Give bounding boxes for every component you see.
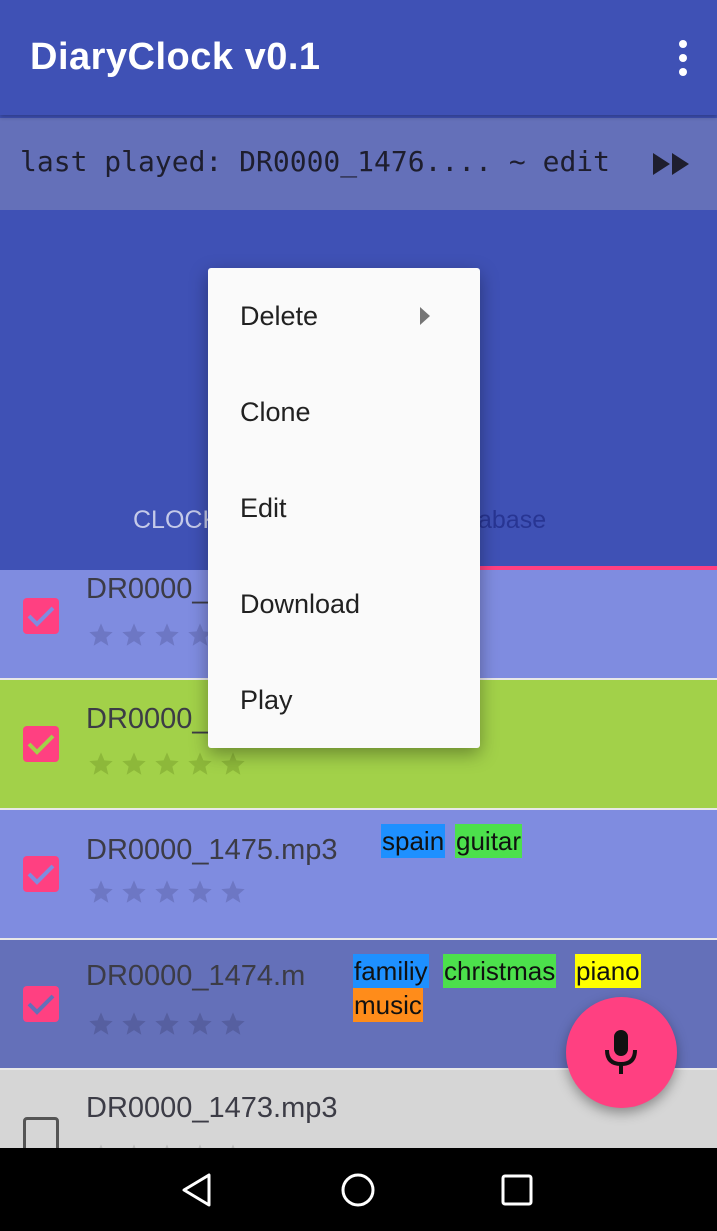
checkbox[interactable] (23, 986, 59, 1022)
star-icon[interactable] (185, 750, 215, 778)
last-played-bar[interactable]: last played: DR0000_1476.... ~ edit (0, 118, 717, 210)
star-icon[interactable] (86, 1010, 116, 1038)
menu-item-clone[interactable]: Clone (240, 397, 311, 428)
rating-stars[interactable] (86, 1010, 248, 1038)
rating-stars[interactable] (86, 878, 248, 906)
tag-spain[interactable]: spain (381, 824, 446, 858)
star-icon[interactable] (86, 621, 116, 649)
tag-familiy[interactable]: familiy (353, 954, 429, 988)
tag-guitar[interactable]: guitar (455, 824, 523, 858)
file-name: DR0000_1473.mp3 (86, 1092, 338, 1124)
app-title: DiaryClock v0.1 (30, 36, 321, 78)
star-icon[interactable] (218, 1010, 248, 1038)
recents-icon[interactable] (501, 1174, 533, 1206)
star-icon[interactable] (218, 878, 248, 906)
star-icon[interactable] (152, 621, 182, 649)
star-icon[interactable] (119, 1010, 149, 1038)
tag-christmas[interactable]: christmas (443, 954, 557, 988)
star-icon[interactable] (152, 878, 182, 906)
tag-music[interactable]: music (353, 988, 423, 1022)
system-nav-bar (0, 1148, 717, 1231)
checkbox[interactable] (23, 856, 59, 892)
star-icon[interactable] (119, 750, 149, 778)
star-icon[interactable] (218, 750, 248, 778)
list-item[interactable]: DR0000_1475.mp3 spain guitar (0, 810, 717, 940)
menu-item-delete[interactable]: Delete (240, 301, 318, 332)
star-icon[interactable] (185, 1010, 215, 1038)
submenu-arrow-icon (420, 307, 430, 325)
context-menu: Delete Clone Edit Download Play (208, 268, 480, 748)
file-name: DR0000_1474.m (86, 960, 306, 992)
tab-clock[interactable]: CLOCK (133, 506, 219, 535)
star-icon[interactable] (152, 1010, 182, 1038)
app-bar: DiaryClock v0.1 (0, 0, 717, 115)
menu-item-play[interactable]: Play (240, 685, 293, 716)
microphone-icon (605, 1030, 637, 1074)
home-icon[interactable] (340, 1172, 376, 1208)
checkbox[interactable] (23, 1117, 59, 1148)
menu-item-edit[interactable]: Edit (240, 493, 287, 524)
star-icon[interactable] (185, 878, 215, 906)
tab-database[interactable]: abase (478, 506, 546, 535)
star-icon[interactable] (86, 878, 116, 906)
checkbox[interactable] (23, 598, 59, 634)
record-button[interactable] (566, 997, 677, 1108)
last-played-text[interactable]: last played: DR0000_1476.... ~ edit (20, 145, 610, 178)
fast-forward-icon[interactable] (653, 151, 691, 177)
star-icon[interactable] (152, 750, 182, 778)
file-name: DR0000_ (86, 573, 209, 605)
more-vert-icon[interactable] (675, 38, 689, 78)
rating-stars[interactable] (86, 750, 248, 778)
file-name: DR0000_1475.mp3 (86, 834, 338, 866)
checkbox[interactable] (23, 726, 59, 762)
star-icon[interactable] (119, 621, 149, 649)
star-icon[interactable] (119, 878, 149, 906)
menu-item-download[interactable]: Download (240, 589, 360, 620)
tag-piano[interactable]: piano (575, 954, 641, 988)
star-icon[interactable] (86, 750, 116, 778)
file-name: DR0000_ (86, 703, 209, 735)
back-icon[interactable] (181, 1172, 213, 1208)
